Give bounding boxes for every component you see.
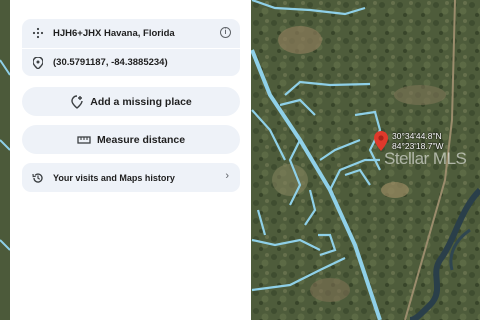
plus-code-icon <box>31 26 45 40</box>
add-missing-place-button[interactable]: Add a missing place <box>22 87 240 116</box>
watermark: Stellar MLS <box>384 149 467 168</box>
add-place-label: Add a missing place <box>90 95 192 108</box>
coordinates-row[interactable]: (30.5791187, -84.3885234) <box>22 48 240 76</box>
pin-coordinates-label: 30°34'44.8"N 84°23'18.7"W <box>392 131 444 151</box>
pin-latitude: 30°34'44.8"N <box>392 131 442 141</box>
map-left-edge <box>0 0 10 320</box>
coordinates-text: (30.5791187, -84.3885234) <box>53 57 168 68</box>
plus-code-text: HJH6+JHX Havana, Florida <box>53 27 175 39</box>
pin-icon <box>31 56 45 70</box>
chevron-right-icon: › <box>225 170 229 182</box>
add-place-icon <box>70 94 84 109</box>
history-icon <box>31 171 44 184</box>
measure-distance-button[interactable]: Measure distance <box>22 125 240 154</box>
history-label: Your visits and Maps history <box>53 172 175 183</box>
place-info-card: HJH6+JHX Havana, Florida i (30.5791187, … <box>22 19 240 76</box>
plus-code-row[interactable]: HJH6+JHX Havana, Florida i <box>22 19 240 47</box>
maps-history-button[interactable]: Your visits and Maps history › <box>22 163 240 192</box>
place-details-panel: HJH6+JHX Havana, Florida i (30.5791187, … <box>10 0 251 320</box>
measure-distance-label: Measure distance <box>96 133 186 146</box>
info-icon[interactable]: i <box>220 27 231 38</box>
ruler-icon <box>77 133 91 147</box>
